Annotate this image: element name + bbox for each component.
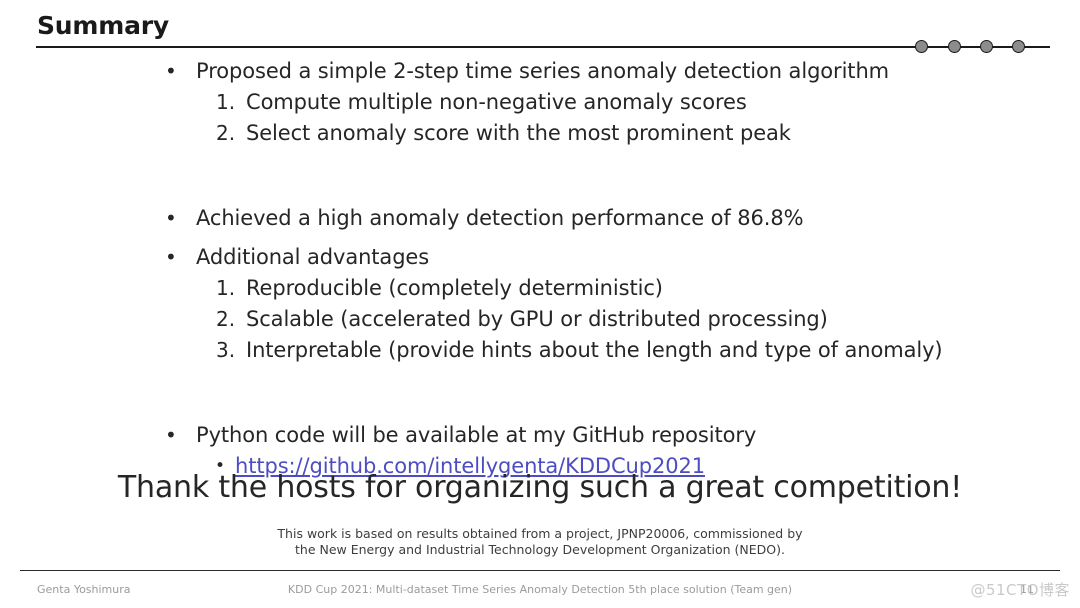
progress-dot-3 bbox=[980, 40, 993, 53]
acknowledgement-line-1: This work is based on results obtained f… bbox=[277, 526, 803, 541]
bullet-text: Python code will be available at my GitH… bbox=[196, 423, 757, 447]
footer-divider bbox=[20, 570, 1060, 571]
list-marker: 2. bbox=[216, 307, 236, 331]
slide-body: • Proposed a simple 2-step time series a… bbox=[0, 56, 1080, 482]
list-marker: 1. bbox=[216, 276, 236, 300]
bullet-text: Achieved a high anomaly detection perfor… bbox=[196, 206, 804, 230]
bullet-dot-icon: • bbox=[165, 59, 177, 83]
list-marker: 1. bbox=[216, 90, 236, 114]
bullet-item: • Python code will be available at my Gi… bbox=[0, 420, 1080, 451]
list-marker: 3. bbox=[216, 338, 236, 362]
numbered-item: 1. Reproducible (completely deterministi… bbox=[0, 273, 1080, 304]
presentation-slide: Summary • Proposed a simple 2-step time … bbox=[0, 0, 1080, 608]
acknowledgement-note: This work is based on results obtained f… bbox=[0, 526, 1080, 558]
bullet-item: • Proposed a simple 2-step time series a… bbox=[0, 56, 1080, 87]
bullet-item: • Achieved a high anomaly detection perf… bbox=[0, 203, 1080, 234]
bullet-text: Proposed a simple 2-step time series ano… bbox=[196, 59, 890, 83]
list-item-text: Scalable (accelerated by GPU or distribu… bbox=[246, 307, 828, 331]
page-number: 11 bbox=[1020, 583, 1034, 596]
bullet-item: • Additional advantages bbox=[0, 242, 1080, 273]
bullet-text: Additional advantages bbox=[196, 245, 430, 269]
page-title: Summary bbox=[37, 11, 169, 40]
bullet-dot-icon: • bbox=[165, 423, 177, 447]
progress-dot-4 bbox=[1012, 40, 1025, 53]
header-divider bbox=[36, 46, 1050, 48]
list-marker: 2. bbox=[216, 121, 236, 145]
slide-progress-indicator bbox=[912, 40, 1032, 56]
numbered-item: 3. Interpretable (provide hints about th… bbox=[0, 335, 1080, 366]
progress-dot-2 bbox=[948, 40, 961, 53]
bullet-dot-icon: • bbox=[165, 206, 177, 230]
list-item-text: Compute multiple non-negative anomaly sc… bbox=[246, 90, 747, 114]
progress-dot-1 bbox=[915, 40, 928, 53]
list-item-text: Interpretable (provide hints about the l… bbox=[246, 338, 943, 362]
list-item-text: Select anomaly score with the most promi… bbox=[246, 121, 791, 145]
numbered-item: 2. Scalable (accelerated by GPU or distr… bbox=[0, 304, 1080, 335]
footer-subtitle: KDD Cup 2021: Multi-dataset Time Series … bbox=[287, 583, 793, 596]
numbered-item: 1. Compute multiple non-negative anomaly… bbox=[0, 87, 1080, 118]
list-item-text: Reproducible (completely deterministic) bbox=[246, 276, 663, 300]
acknowledgement-line-2: the New Energy and Industrial Technology… bbox=[295, 542, 785, 557]
bullet-dot-icon: • bbox=[165, 245, 177, 269]
numbered-item: 2. Select anomaly score with the most pr… bbox=[0, 118, 1080, 149]
thank-you-message: Thank the hosts for organizing such a gr… bbox=[117, 470, 963, 505]
